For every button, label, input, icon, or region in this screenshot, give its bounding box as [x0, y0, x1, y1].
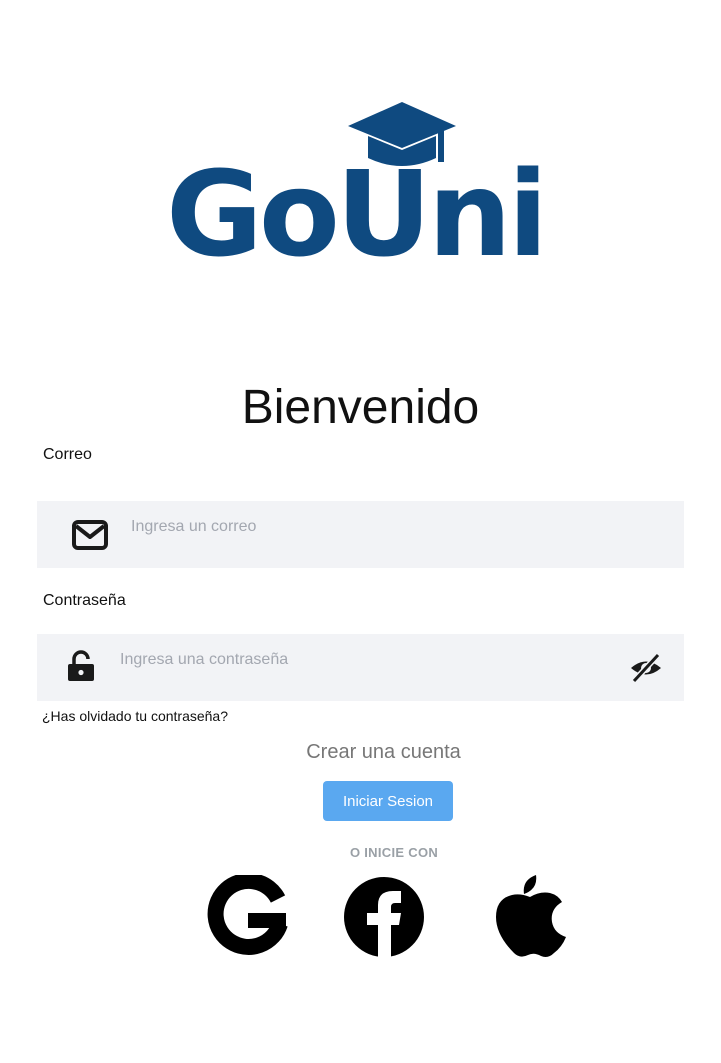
facebook-icon[interactable]	[343, 875, 425, 959]
google-icon[interactable]	[206, 875, 288, 959]
password-label: Contraseña	[43, 592, 126, 609]
email-field	[37, 501, 684, 568]
email-input[interactable]	[131, 515, 631, 539]
or-sign-in-with-label: O INICIE CON	[349, 845, 439, 860]
create-account-link[interactable]: Crear una cuenta	[0, 741, 721, 764]
lock-icon	[68, 650, 94, 681]
email-label: Correo	[43, 446, 92, 463]
eye-off-icon[interactable]	[629, 652, 663, 684]
gouni-logo: GoUni	[166, 100, 548, 273]
login-button[interactable]: Iniciar Sesion	[323, 781, 453, 821]
logo-text: GoUni	[166, 145, 548, 283]
forgot-password-link[interactable]: ¿Has olvidado tu contraseña?	[42, 708, 228, 724]
welcome-title: Bienvenido	[241, 381, 480, 434]
password-field	[37, 634, 684, 701]
password-input[interactable]	[120, 648, 620, 672]
apple-icon[interactable]	[492, 875, 568, 959]
mail-icon	[72, 520, 108, 550]
